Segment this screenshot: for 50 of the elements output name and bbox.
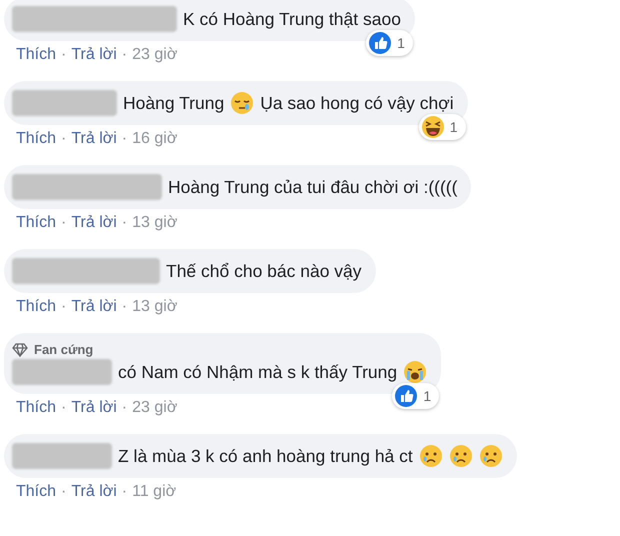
- timestamp: 13 giờ: [132, 214, 178, 232]
- like-link[interactable]: Thích: [16, 214, 56, 232]
- reaction-badge[interactable]: 1: [366, 30, 413, 56]
- comment-text: K có Hoàng Trung thật saoo: [183, 8, 401, 30]
- thumbs-up-icon: [395, 385, 418, 407]
- diamond-icon: [12, 342, 28, 356]
- like-link[interactable]: Thích: [16, 298, 56, 316]
- laughing-emoji-icon: [422, 116, 444, 138]
- sad-emoji-icon: [478, 444, 503, 468]
- reply-link[interactable]: Trả lời: [71, 46, 117, 64]
- comment-text: Hoàng Trung: [123, 92, 224, 114]
- reply-link[interactable]: Trả lời: [71, 483, 117, 501]
- timestamp: 23 giờ: [132, 46, 178, 64]
- thumbs-up-icon: [369, 32, 392, 54]
- separator-dot: ·: [61, 399, 66, 417]
- crying-emoji-icon: [403, 360, 428, 384]
- fan-label: Fan cứng: [34, 342, 94, 357]
- sleepy-emoji-icon: [230, 91, 254, 115]
- comment-text: Ụa sao hong có vậy chợi: [260, 92, 454, 114]
- reaction-badge[interactable]: 1: [392, 383, 440, 409]
- separator-dot: ·: [61, 298, 66, 316]
- reply-link[interactable]: Trả lời: [71, 214, 117, 232]
- reply-link[interactable]: Trả lời: [71, 298, 117, 316]
- comment-text: Hoàng Trung của tui đâu chời ơi :(((((: [168, 176, 458, 198]
- reply-link[interactable]: Trả lời: [71, 130, 117, 148]
- separator-dot: ·: [122, 298, 128, 316]
- separator-dot: ·: [61, 483, 66, 501]
- comment-text: có Nam có Nhậm mà s k thấy Trung: [118, 362, 398, 382]
- like-link[interactable]: Thích: [16, 483, 56, 501]
- comment-text: Z là mùa 3 k có anh hoàng trung hả ct: [118, 446, 413, 466]
- separator-dot: ·: [61, 214, 66, 232]
- separator-dot: ·: [61, 46, 66, 64]
- separator-dot: ·: [122, 214, 128, 232]
- sad-emoji-icon: [448, 444, 473, 468]
- separator-dot: ·: [61, 130, 66, 148]
- timestamp: 23 giờ: [132, 399, 178, 417]
- separator-dot: ·: [122, 483, 128, 501]
- separator-dot: ·: [122, 399, 128, 417]
- like-link[interactable]: Thích: [16, 46, 56, 64]
- reply-link[interactable]: Trả lời: [71, 399, 117, 417]
- timestamp: 16 giờ: [132, 130, 178, 148]
- sad-emoji-icon: [418, 444, 443, 468]
- like-link[interactable]: Thích: [16, 399, 56, 417]
- separator-dot: ·: [122, 130, 128, 148]
- like-link[interactable]: Thích: [16, 130, 56, 148]
- timestamp: 11 giờ: [132, 483, 176, 501]
- reaction-badge[interactable]: 1: [418, 114, 466, 140]
- timestamp: 13 giờ: [132, 298, 178, 316]
- separator-dot: ·: [122, 46, 128, 64]
- comment-text: Thế chổ cho bác nào vậy: [166, 260, 362, 282]
